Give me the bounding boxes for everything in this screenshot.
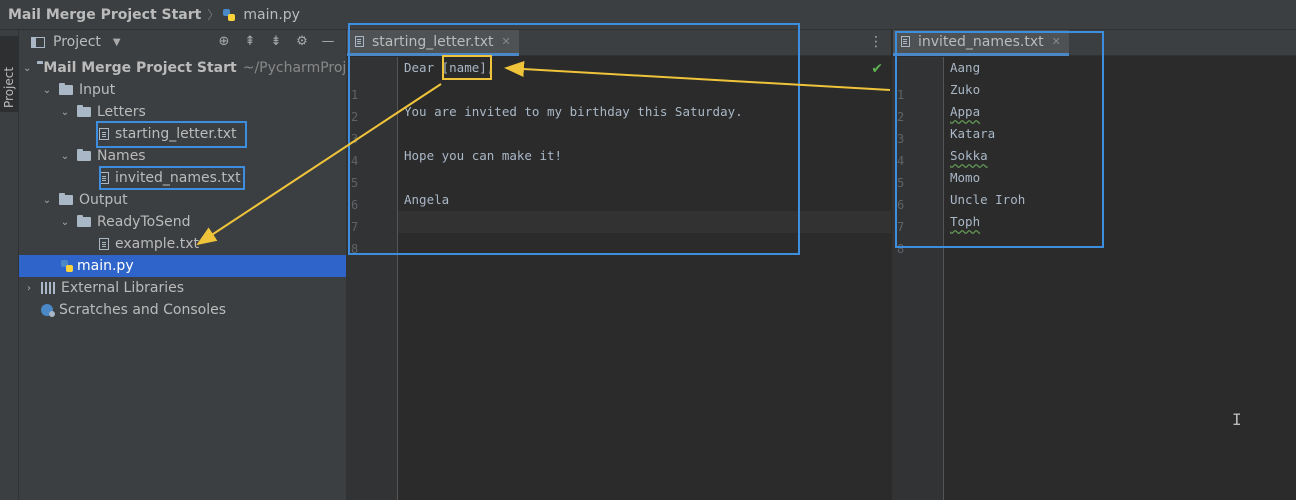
folder-icon: [77, 149, 91, 161]
locate-file-icon[interactable]: ⊕: [216, 34, 232, 50]
tree-item-external-libraries[interactable]: › External Libraries: [19, 277, 346, 299]
highlight-box-invited-names-file: [99, 166, 245, 190]
highlight-box-starting-letter: [96, 121, 247, 148]
tree-item-input[interactable]: ⌄ Input: [19, 79, 346, 101]
tree-item-output[interactable]: ⌄ Output: [19, 189, 346, 211]
chevron-down-icon[interactable]: ⌄: [59, 217, 71, 228]
tree-item-label: Names: [97, 148, 146, 164]
chevron-down-icon[interactable]: ⌄: [41, 195, 53, 206]
chevron-down-icon[interactable]: ⌄: [59, 107, 71, 118]
expand-all-icon[interactable]: ⇞: [242, 34, 258, 50]
folder-icon: [59, 83, 73, 95]
project-tool-tab[interactable]: Project: [0, 36, 19, 112]
breadcrumb-file[interactable]: main.py: [243, 7, 300, 23]
tree-item-scratches[interactable]: Scratches and Consoles: [19, 299, 346, 321]
chevron-down-icon[interactable]: ⌄: [59, 151, 71, 162]
folder-icon: [77, 105, 91, 117]
tree-item-label: example.txt: [115, 236, 199, 252]
scratches-icon: [41, 304, 55, 317]
python-file-icon: [61, 260, 73, 272]
chevron-right-icon[interactable]: ›: [23, 283, 35, 294]
tree-item-letters[interactable]: ⌄ Letters: [19, 101, 346, 123]
gear-icon[interactable]: ⚙: [294, 34, 310, 50]
folder-icon: [77, 215, 91, 227]
tree-item-label: Input: [79, 82, 116, 98]
folder-icon: [59, 193, 73, 205]
python-file-icon: [223, 8, 236, 21]
more-options-icon[interactable]: ⋮: [869, 34, 883, 50]
tree-item-label: Letters: [97, 104, 146, 120]
highlight-box-letter-editor: [348, 23, 800, 255]
tree-item-label: Output: [79, 192, 128, 208]
project-view-icon: [31, 36, 45, 48]
tool-window-strip: Project: [0, 30, 19, 500]
tree-item-label: ReadyToSend: [97, 214, 191, 230]
project-panel-header: Project ▼ ⊕ ⇞ ⇟ ⚙ —: [19, 30, 346, 54]
collapse-all-icon[interactable]: ⇟: [268, 34, 284, 50]
chevron-down-icon[interactable]: ⌄: [41, 85, 53, 96]
tree-item-label: Mail Merge Project Start: [43, 60, 237, 76]
breadcrumb-project[interactable]: Mail Merge Project Start: [8, 7, 201, 23]
tree-item-main-py[interactable]: main.py: [19, 255, 346, 277]
tree-item-path-hint: ~/PycharmProj: [242, 60, 347, 76]
library-icon: [41, 282, 55, 294]
chevron-down-icon[interactable]: ⌄: [23, 63, 31, 74]
hide-panel-icon[interactable]: —: [320, 34, 336, 50]
text-cursor-icon: I: [1232, 410, 1242, 429]
tree-item-ready-to-send[interactable]: ⌄ ReadyToSend: [19, 211, 346, 233]
project-panel-title[interactable]: Project: [53, 34, 101, 50]
tree-item-label: Scratches and Consoles: [59, 302, 226, 318]
tree-item-label: External Libraries: [61, 280, 184, 296]
tree-item-project-root[interactable]: ⌄ Mail Merge Project Start ~/PycharmProj: [19, 57, 346, 79]
tree-item-example[interactable]: example.txt: [19, 233, 346, 255]
project-tool-tab-label: Project: [2, 66, 16, 108]
highlight-box-names-editor: [895, 31, 1104, 248]
tree-item-label: main.py: [77, 258, 134, 274]
project-panel-toolbar: ⊕ ⇞ ⇟ ⚙ —: [216, 34, 336, 50]
chevron-down-icon[interactable]: ▼: [113, 37, 121, 48]
project-panel: Project ▼ ⊕ ⇞ ⇟ ⚙ — ⌄ Mail Merge Project…: [19, 30, 346, 500]
text-file-icon: [99, 238, 109, 250]
tree-item-names[interactable]: ⌄ Names: [19, 145, 346, 167]
breadcrumb-separator-icon: 〉: [207, 8, 220, 22]
